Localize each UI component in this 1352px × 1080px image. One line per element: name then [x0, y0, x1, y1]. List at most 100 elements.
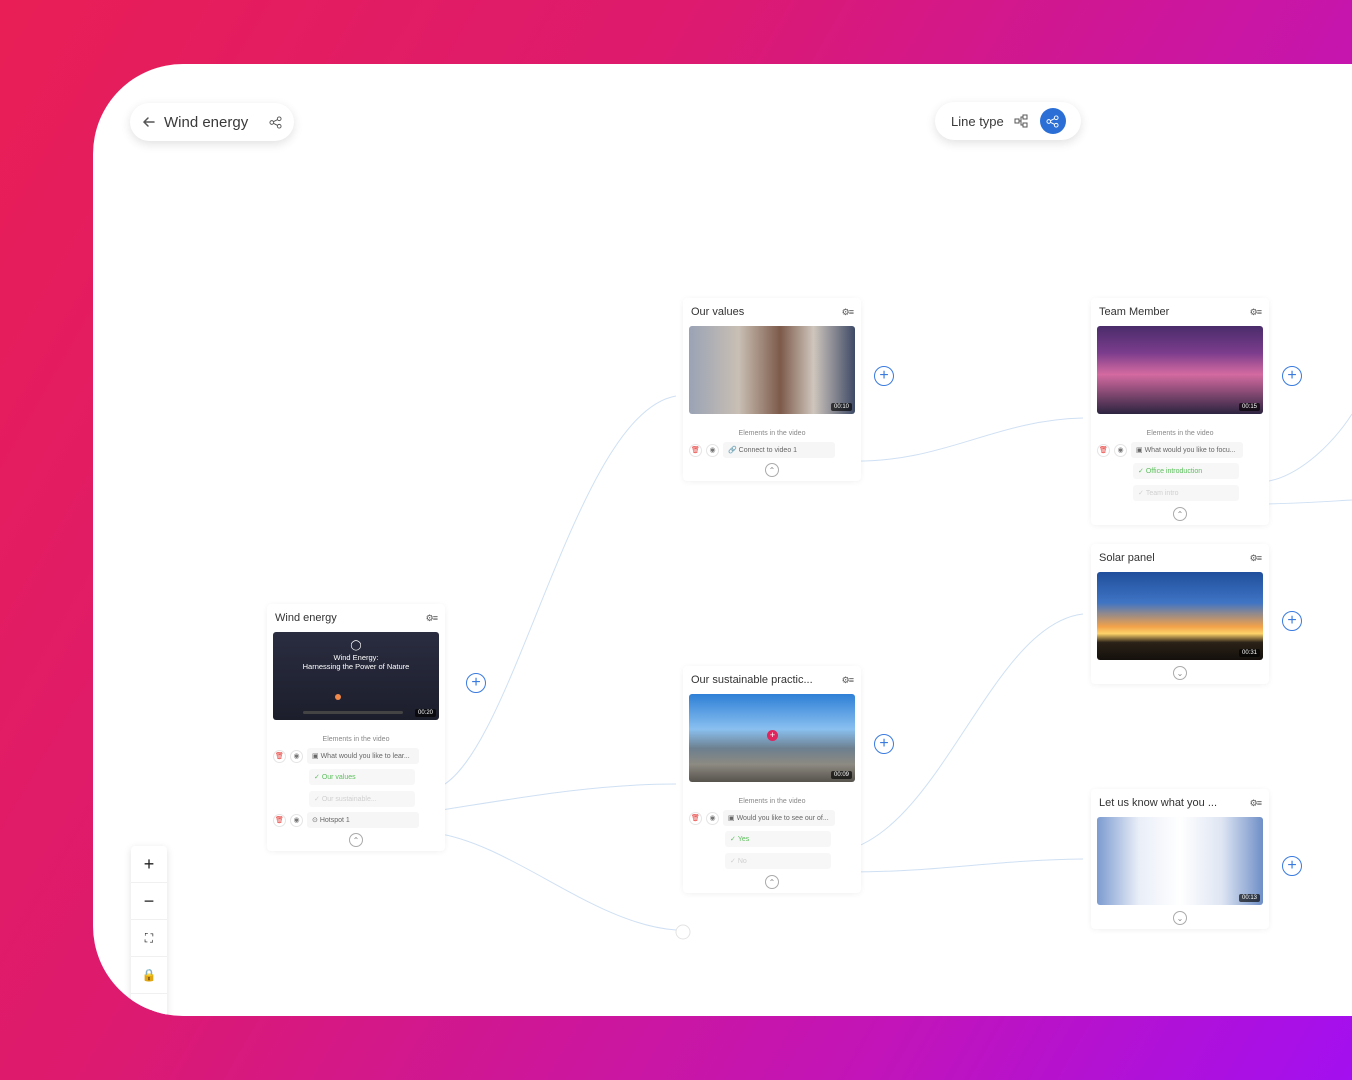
drop-target-node — [676, 925, 690, 939]
video-title-line1: Wind Energy: — [273, 653, 439, 662]
record-dot-icon — [335, 694, 341, 700]
zoom-controls: + − ⛶ 🔒 ↻ — [131, 846, 167, 1016]
video-node-let-us-know[interactable]: Let us know what you ... ⚙≡ 00:13 ⌄ — [1091, 789, 1269, 929]
video-node-sustainable[interactable]: Our sustainable practic... ⚙≡ + 00:09 El… — [683, 666, 861, 893]
duration-badge: 00:31 — [1239, 649, 1260, 657]
option-text: Our sustainable... — [322, 796, 377, 803]
add-node-button[interactable]: + — [1282, 366, 1302, 386]
delete-icon[interactable]: 🗑 — [689, 444, 702, 457]
curved-lines-share-icon[interactable] — [1040, 108, 1066, 134]
hotspot-plus-icon[interactable]: + — [767, 730, 778, 741]
add-node-button[interactable]: + — [874, 366, 894, 386]
video-title-line2: Harnessing the Power of Nature — [273, 662, 439, 671]
option-text: No — [738, 858, 747, 865]
question-text: Would you like to see our of... — [737, 815, 829, 822]
answer-option[interactable]: ✓ Team intro — [1133, 485, 1239, 501]
visibility-icon[interactable]: ◉ — [290, 750, 303, 763]
video-node-team-member[interactable]: Team Member ⚙≡ 00:15 Elements in the vid… — [1091, 298, 1269, 525]
add-node-button[interactable]: + — [466, 673, 486, 693]
settings-icon[interactable]: ⚙≡ — [1250, 307, 1261, 318]
connect-text: Connect to video 1 — [739, 447, 797, 454]
question-text: What would you like to focu... — [1145, 447, 1236, 454]
question-text: What would you like to lear... — [321, 753, 410, 760]
collapse-up-icon[interactable]: ⌃ — [349, 833, 363, 847]
hotspot-text: Hotspot 1 — [320, 817, 350, 824]
video-thumbnail[interactable]: ◯ Wind Energy: Harnessing the Power of N… — [273, 632, 439, 720]
video-thumbnail[interactable]: 00:13 — [1097, 817, 1263, 905]
back-arrow-icon[interactable] — [142, 115, 156, 129]
flow-canvas[interactable]: Wind energy Line type Wind energy ⚙≡ ◯ W… — [93, 64, 1352, 1016]
collapse-up-icon[interactable]: ⌃ — [1173, 507, 1187, 521]
settings-icon[interactable]: ⚙≡ — [1250, 798, 1261, 809]
answer-option[interactable]: ✓ Office introduction — [1133, 463, 1239, 479]
answer-option[interactable]: ✓ Our values — [309, 769, 415, 785]
lock-icon[interactable]: 🔒 — [131, 957, 167, 994]
tree-layout-icon[interactable] — [1014, 114, 1028, 128]
duration-badge: 00:09 — [831, 771, 852, 779]
node-title: Team Member — [1099, 306, 1250, 318]
duration-badge: 00:20 — [415, 709, 436, 717]
add-node-button[interactable]: + — [1282, 856, 1302, 876]
option-text: Yes — [738, 836, 749, 843]
elements-label: Elements in the video — [1091, 430, 1269, 437]
elements-label: Elements in the video — [683, 430, 861, 437]
settings-icon[interactable]: ⚙≡ — [842, 307, 853, 318]
settings-icon[interactable]: ⚙≡ — [426, 613, 437, 624]
delete-icon[interactable]: 🗑 — [273, 750, 286, 763]
line-type-label: Line type — [951, 114, 1004, 129]
question-element[interactable]: ▣ What would you like to focu... — [1131, 442, 1243, 458]
collapse-up-icon[interactable]: ⌃ — [765, 875, 779, 889]
wind-chat-icon: ◯ — [273, 632, 439, 651]
question-element[interactable]: ▣ Would you like to see our of... — [723, 810, 835, 826]
connect-element[interactable]: 🔗 Connect to video 1 — [723, 442, 835, 458]
settings-icon[interactable]: ⚙≡ — [842, 675, 853, 686]
duration-badge: 00:15 — [1239, 403, 1260, 411]
option-text: Office introduction — [1146, 468, 1202, 475]
collapse-up-icon[interactable]: ⌃ — [765, 463, 779, 477]
question-element[interactable]: ▣ What would you like to lear... — [307, 748, 419, 764]
add-node-button[interactable]: + — [874, 734, 894, 754]
zoom-out-icon[interactable]: − — [131, 883, 167, 920]
video-thumbnail[interactable]: 00:15 — [1097, 326, 1263, 414]
reset-icon[interactable]: ↻ — [131, 994, 167, 1016]
elements-label: Elements in the video — [267, 736, 445, 743]
option-text: Team intro — [1146, 490, 1179, 497]
video-node-solar-panel[interactable]: Solar panel ⚙≡ 00:31 ⌄ — [1091, 544, 1269, 684]
delete-icon[interactable]: 🗑 — [689, 812, 702, 825]
visibility-icon[interactable]: ◉ — [290, 814, 303, 827]
node-title: Solar panel — [1099, 552, 1250, 564]
zoom-in-icon[interactable]: + — [131, 846, 167, 883]
duration-badge: 00:10 — [831, 403, 852, 411]
video-thumbnail[interactable]: 00:10 — [689, 326, 855, 414]
add-node-button[interactable]: + — [1282, 611, 1302, 631]
elements-label: Elements in the video — [683, 798, 861, 805]
node-title: Let us know what you ... — [1099, 797, 1250, 809]
node-title: Wind energy — [275, 612, 426, 624]
option-text: Our values — [322, 774, 356, 781]
answer-option[interactable]: ✓ No — [725, 853, 831, 869]
settings-icon[interactable]: ⚙≡ — [1250, 553, 1261, 564]
visibility-icon[interactable]: ◉ — [706, 812, 719, 825]
node-title: Our sustainable practic... — [691, 674, 842, 686]
flow-title: Wind energy — [164, 114, 261, 131]
delete-icon[interactable]: 🗑 — [1097, 444, 1110, 457]
fit-view-icon[interactable]: ⛶ — [131, 920, 167, 957]
answer-option[interactable]: ✓ Our sustainable... — [309, 791, 415, 807]
answer-option[interactable]: ✓ Yes — [725, 831, 831, 847]
visibility-icon[interactable]: ◉ — [1114, 444, 1127, 457]
delete-icon[interactable]: 🗑 — [273, 814, 286, 827]
video-thumbnail[interactable]: 00:31 — [1097, 572, 1263, 660]
share-icon[interactable] — [269, 116, 282, 129]
caption-bar — [303, 711, 403, 714]
visibility-icon[interactable]: ◉ — [706, 444, 719, 457]
video-node-our-values[interactable]: Our values ⚙≡ 00:10 Elements in the vide… — [683, 298, 861, 481]
video-node-wind-energy[interactable]: Wind energy ⚙≡ ◯ Wind Energy: Harnessing… — [267, 604, 445, 851]
line-type-bar: Line type — [935, 102, 1081, 140]
expand-down-icon[interactable]: ⌄ — [1173, 911, 1187, 925]
flow-title-bar: Wind energy — [130, 103, 294, 141]
node-title: Our values — [691, 306, 842, 318]
video-thumbnail[interactable]: + 00:09 — [689, 694, 855, 782]
hotspot-element[interactable]: ⊙ Hotspot 1 — [307, 812, 419, 828]
expand-down-icon[interactable]: ⌄ — [1173, 666, 1187, 680]
duration-badge: 00:13 — [1239, 894, 1260, 902]
